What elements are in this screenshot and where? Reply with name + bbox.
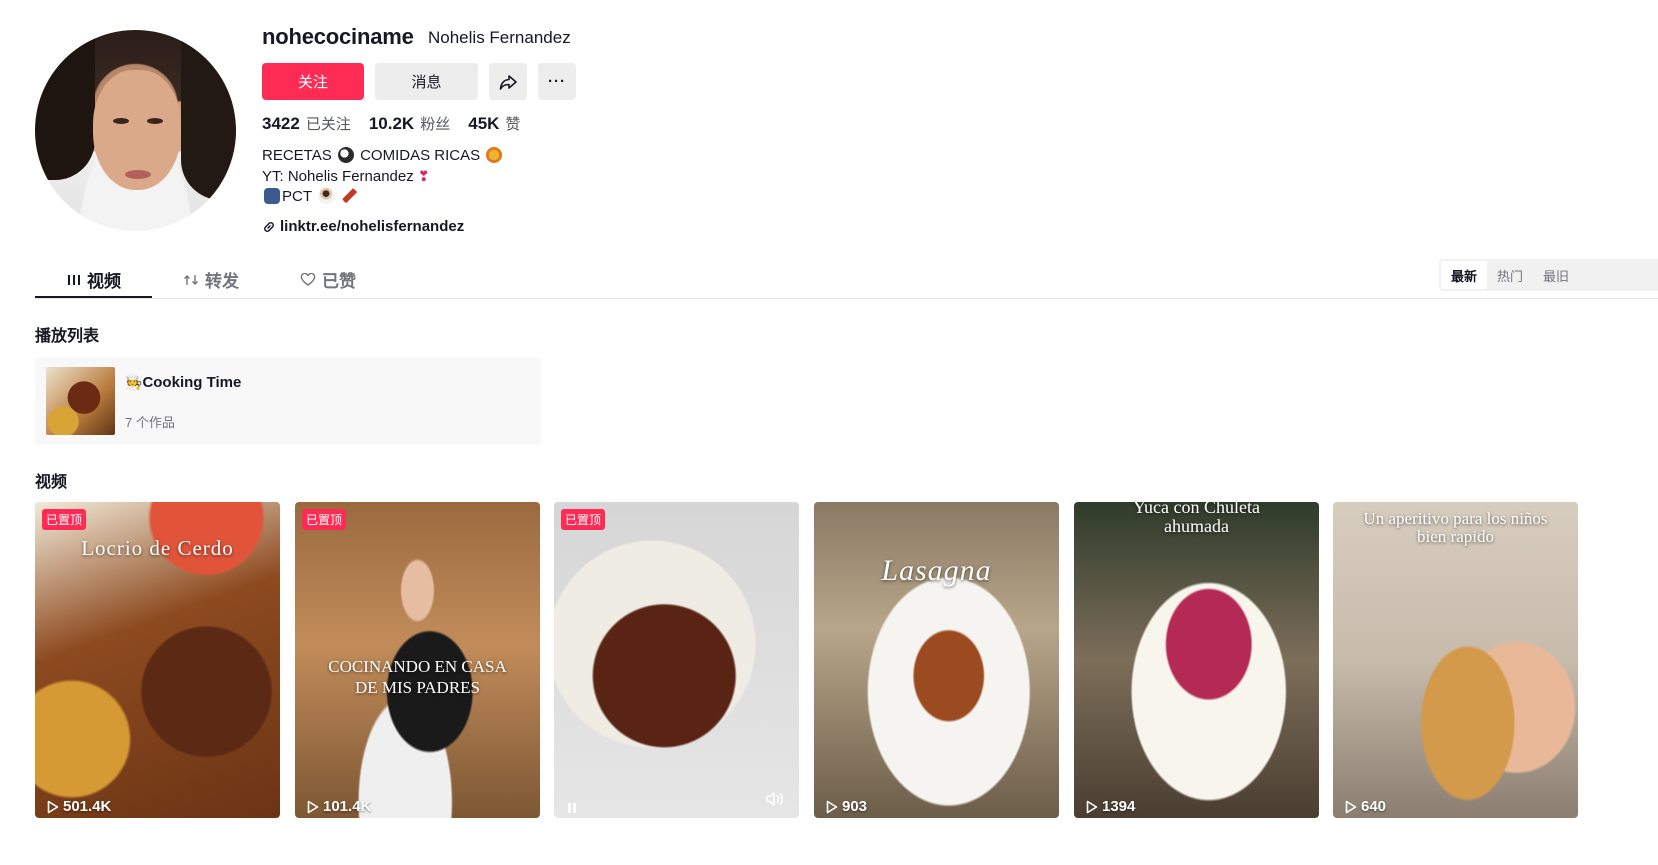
video-card[interactable]: Un aperitivo para los niños bien rapido … <box>1333 502 1578 818</box>
likes-count: 45K <box>468 114 500 133</box>
video-card[interactable]: Yuca con Chuleta ahumada 1394 <box>1074 502 1319 818</box>
avatar-lips <box>125 170 151 179</box>
profile-avatar[interactable] <box>35 30 236 231</box>
bio-line-1: RECETAS COMIDAS RICAS <box>262 146 504 166</box>
video-view-count: 1394 <box>1102 798 1136 815</box>
tab-videos-label: 视频 <box>87 272 121 291</box>
following-label: 已关注 <box>305 116 351 133</box>
link-icon <box>264 221 274 232</box>
avatar-hair-left <box>35 30 95 180</box>
volume-button[interactable] <box>765 791 787 812</box>
bio-line-2: YT: Nohelis Fernandez ❣ <box>262 166 504 187</box>
video-overlay-text: Locrio de Cerdo <box>81 536 234 560</box>
username: nohecociname <box>262 24 414 49</box>
video-overlay-text: COCINANDO EN CASA DE MIS PADRES <box>328 657 507 697</box>
playlist-count: 7 个作品 <box>125 415 175 430</box>
more-icon: ··· <box>548 73 566 90</box>
video-overlay-text: Lasagna <box>881 554 992 587</box>
sort-latest[interactable]: 最新 <box>1441 261 1488 289</box>
bio-comidas-text: COMIDAS RICAS <box>360 147 481 164</box>
video-overlay-text: Yuca con Chuleta ahumada <box>1133 502 1260 536</box>
follow-button[interactable]: 关注 <box>262 63 364 100</box>
tab-videos[interactable]: 视频 <box>67 267 121 292</box>
grid-icon <box>68 274 80 285</box>
share-button[interactable] <box>489 63 527 100</box>
pinned-badge: 已置顶 <box>302 509 347 530</box>
bio-line-3: PCT <box>262 187 504 207</box>
frying-pan-icon <box>337 147 354 163</box>
share-icon <box>499 74 517 90</box>
video-views: 903 <box>826 798 867 815</box>
video-overlay-text: Un aperitivo para los niños bien rapido <box>1363 509 1548 546</box>
video-views: 101.4K <box>307 798 371 815</box>
sort-switch: 最新 热门 最旧 <box>1439 259 1658 291</box>
nickname: Nohelis Fernandez <box>428 28 571 47</box>
video-views: 501.4K <box>47 798 111 815</box>
chef-icon: 🧑‍🍳 <box>125 374 143 390</box>
video-view-count: 501.4K <box>63 798 112 815</box>
following-stat[interactable]: 3422 已关注 <box>262 113 351 134</box>
message-button[interactable]: 消息 <box>375 63 478 100</box>
syringe-icon <box>342 188 359 204</box>
playlist-name-text: Cooking Time <box>142 374 242 391</box>
bio-youtube-text: YT: Nohelis Fernandez <box>262 168 414 185</box>
bio-recetas-text: RECETAS <box>262 147 332 164</box>
play-icon <box>47 800 59 813</box>
tab-liked[interactable]: 已赞 <box>300 267 356 292</box>
following-count: 3422 <box>262 114 300 133</box>
play-icon <box>1086 800 1098 813</box>
followers-count: 10.2K <box>368 114 415 133</box>
profile-stats: 3422 已关注 10.2K 粉丝 45K 赞 <box>262 113 520 134</box>
playlists-heading: 播放列表 <box>35 328 100 345</box>
pause-icon <box>568 803 576 813</box>
playlist-card[interactable]: 🧑‍🍳Cooking Time 7 个作品 <box>35 357 541 445</box>
bio-link[interactable]: linktr.ee/nohelisfernandez <box>262 218 464 235</box>
playlist-thumbnail <box>46 367 115 435</box>
play-icon <box>307 800 319 813</box>
tab-liked-label: 已赞 <box>322 272 356 291</box>
active-tab-indicator <box>35 296 152 298</box>
video-views: 640 <box>1345 798 1386 815</box>
video-card[interactable]: 已置顶 COCINANDO EN CASA DE MIS PADRES 101.… <box>295 502 540 818</box>
likes-label: 赞 <box>505 116 521 133</box>
likes-stat: 45K 赞 <box>468 113 520 134</box>
pause-control[interactable] <box>566 801 578 815</box>
repost-icon <box>184 274 198 285</box>
heart-lock-icon <box>300 272 316 286</box>
bio-pct-text: PCT <box>282 188 312 205</box>
profile-bio: RECETAS COMIDAS RICAS YT: Nohelis Fernan… <box>262 146 504 207</box>
tab-reposts[interactable]: 转发 <box>183 267 239 292</box>
video-card[interactable]: Lasagna 903 <box>814 502 1059 818</box>
tab-reposts-label: 转发 <box>205 272 239 291</box>
video-view-count: 903 <box>842 798 868 815</box>
avatar-hair-right <box>181 30 236 200</box>
stethoscope-icon <box>264 188 280 204</box>
health-worker-icon <box>317 188 334 204</box>
play-icon <box>1345 800 1357 813</box>
videos-heading: 视频 <box>35 474 68 491</box>
playlist-title: 🧑‍🍳Cooking Time <box>125 374 241 391</box>
sort-oldest[interactable]: 最旧 <box>1533 261 1579 289</box>
sort-popular[interactable]: 热门 <box>1487 261 1533 289</box>
volume-icon <box>766 792 783 806</box>
video-view-count: 640 <box>1361 798 1387 815</box>
video-view-count: 101.4K <box>323 798 372 815</box>
play-icon <box>826 800 838 813</box>
avatar-eye-right <box>147 118 163 124</box>
bio-link-text[interactable]: linktr.ee/nohelisfernandez <box>280 218 464 235</box>
profile-tabs: 视频 转发 已赞 <box>35 258 1658 299</box>
heart-icon: ❣ <box>417 168 430 184</box>
followers-stat[interactable]: 10.2K 粉丝 <box>369 113 450 134</box>
pinned-badge: 已置顶 <box>561 509 606 530</box>
avatar-eye-left <box>113 118 129 124</box>
video-views: 1394 <box>1086 798 1135 815</box>
pinned-badge: 已置顶 <box>42 509 87 530</box>
followers-label: 粉丝 <box>420 116 451 133</box>
more-options-button[interactable]: ··· <box>538 63 576 100</box>
video-card[interactable]: 已置顶 Locrio de Cerdo 501.4K <box>35 502 280 818</box>
food-bowl-icon <box>486 147 503 163</box>
video-card[interactable]: 已置顶 <box>554 502 799 818</box>
